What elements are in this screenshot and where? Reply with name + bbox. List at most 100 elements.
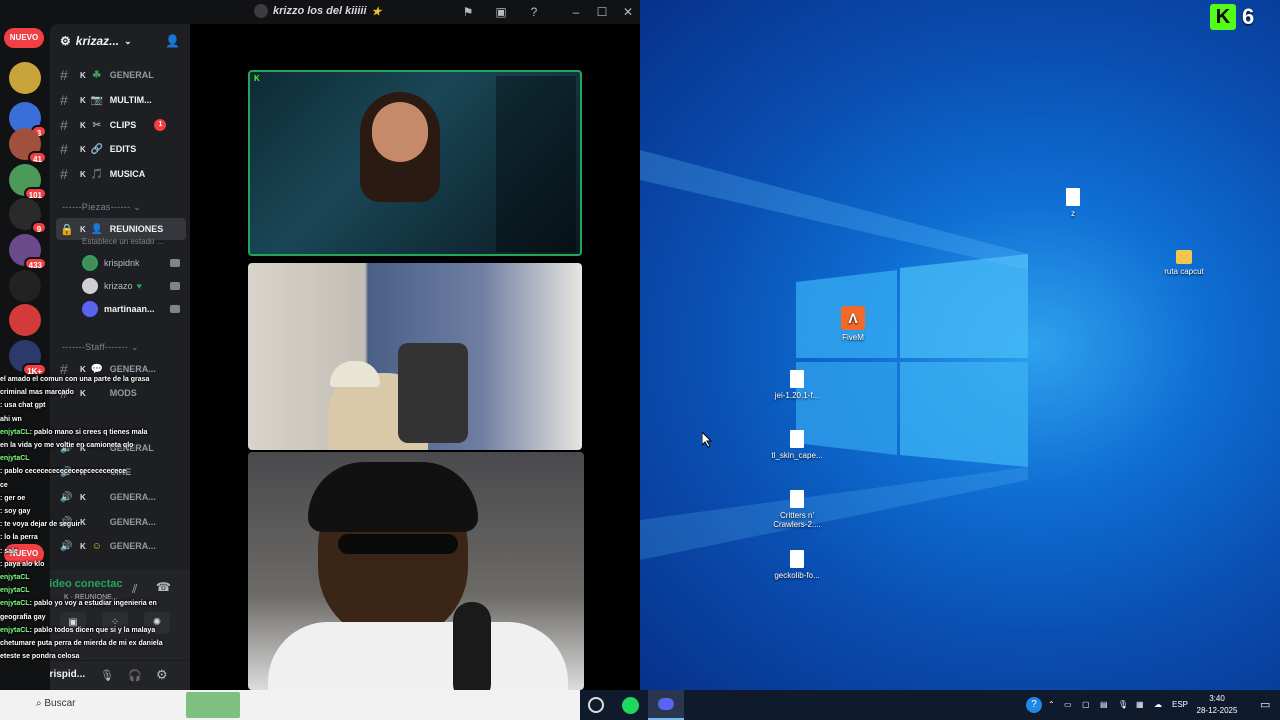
- minimize-icon[interactable]: –: [568, 4, 584, 20]
- microphone-icon[interactable]: 🎙: [1118, 690, 1128, 720]
- voice-member[interactable]: krispidnk: [82, 253, 180, 273]
- inbox-icon[interactable]: ▣: [493, 4, 509, 20]
- clock[interactable]: 3:40 28-12-2025: [1192, 693, 1242, 717]
- chevron-up-icon[interactable]: ⌃: [1048, 690, 1055, 720]
- file-icon: [790, 430, 804, 448]
- server-icon[interactable]: [9, 62, 41, 94]
- server-icon[interactable]: 1K+: [9, 340, 47, 376]
- desktop-icon[interactable]: ruta capcut: [1154, 250, 1214, 276]
- video-tile-person[interactable]: [248, 452, 584, 690]
- voice-channel[interactable]: 🔊 K GENERA...: [60, 511, 188, 533]
- camera-icon: [170, 259, 180, 267]
- desktop-icon[interactable]: Critters n' Crawlers-2....: [767, 490, 827, 529]
- desktop-icon[interactable]: tl_skin_cape...: [767, 430, 827, 460]
- desktop-icon[interactable]: jei-1.20.1-f...: [767, 370, 827, 400]
- channel-clips[interactable]: # K ✂ CLIPS 1: [60, 114, 188, 136]
- voice-channel[interactable]: 🔊 K GENERA...: [60, 486, 188, 508]
- avatar: [82, 255, 98, 271]
- desktop-icon[interactable]: geckolib-fo...: [767, 550, 827, 580]
- chat-icon: 💬: [90, 363, 103, 375]
- category-staff[interactable]: -------Staff------- ⌄: [62, 342, 139, 353]
- help-icon[interactable]: ?: [526, 4, 542, 20]
- voice-channel[interactable]: 🔊 K GENERAL: [60, 437, 188, 459]
- chevron-down-icon: ⌄: [124, 35, 132, 46]
- flag-icon[interactable]: ⚑: [460, 4, 476, 20]
- channel-general[interactable]: # K ☘ GENERAL: [60, 64, 188, 86]
- chair: [398, 343, 468, 443]
- voice-channel[interactable]: 🔊 K ☺ GENERA...: [60, 535, 188, 557]
- category-piezas[interactable]: ------Piezas------ ⌄: [62, 202, 141, 213]
- video-tile-stream[interactable]: K: [248, 70, 582, 256]
- obs-icon[interactable]: [588, 697, 604, 713]
- channel-status[interactable]: Establece un estado ...: [82, 237, 163, 246]
- hash-icon: #: [60, 92, 68, 108]
- cloud-icon[interactable]: ☁: [1154, 690, 1162, 720]
- voice-member[interactable]: krizazo ♥: [82, 276, 180, 296]
- disconnect-icon[interactable]: ☎: [156, 580, 171, 594]
- close-icon[interactable]: ✕: [620, 4, 636, 20]
- help-icon[interactable]: ?: [1026, 697, 1042, 713]
- desktop-icon[interactable]: z: [1043, 188, 1103, 218]
- settings-icon[interactable]: ⚙: [156, 667, 168, 683]
- folder-icon: [1176, 250, 1192, 264]
- add-user-icon[interactable]: 👤: [165, 34, 180, 48]
- tray-app-icon[interactable]: ▢: [1082, 690, 1090, 720]
- search-strip: ⌕ Buscar: [0, 690, 640, 720]
- widget-thumbnail[interactable]: [186, 692, 240, 718]
- hair: [308, 462, 478, 532]
- unread-badge: 1: [154, 119, 167, 131]
- network-icon[interactable]: ▦: [1136, 690, 1144, 720]
- activities-button[interactable]: ⁘: [102, 612, 128, 634]
- lock-icon: 🔒: [60, 223, 74, 236]
- voice-icon: 👤: [90, 223, 103, 235]
- tray-app-icon[interactable]: ▭: [1064, 690, 1072, 720]
- headphones-icon[interactable]: 🎧: [128, 669, 142, 682]
- server-icon[interactable]: 433: [9, 234, 47, 270]
- voice-member[interactable]: martinaan...: [82, 299, 180, 319]
- heart-icon: ♥: [136, 281, 142, 291]
- video-tile-room[interactable]: [248, 263, 582, 450]
- avatar: [82, 301, 98, 317]
- kick-logo-icon: K: [1210, 4, 1236, 30]
- voice-channel[interactable]: 🔊 K CINE: [60, 461, 188, 483]
- tray-app-icon[interactable]: ▤: [1100, 690, 1108, 720]
- lang-indicator[interactable]: ESP: [1172, 690, 1188, 720]
- server-icon[interactable]: 41: [9, 128, 47, 164]
- notifications-icon[interactable]: ▭: [1260, 690, 1270, 720]
- voice-connection-panel: Video conectac K · REUNIONE... ⫽ ☎ ▣ ⁘ ✺: [50, 570, 190, 660]
- desktop-icon[interactable]: Λ FiveM: [823, 306, 883, 342]
- server-rail: NUEVO 3 41 101 9 433 1K+ NUEVO: [0, 24, 50, 690]
- windows-logo-wallpaper: [640, 150, 1028, 560]
- channel-musica[interactable]: # K 🎵 MUSICA: [60, 163, 188, 185]
- server-icon[interactable]: [9, 304, 41, 336]
- server-header[interactable]: ⚙ krizaz... ⌄ 👤: [50, 24, 190, 58]
- channel-edits[interactable]: # K 🔗 EDITS: [60, 138, 188, 160]
- channel-multimedia[interactable]: # K 📷 MULTIM...: [60, 89, 188, 111]
- search-box[interactable]: ⌕ Buscar: [36, 698, 76, 709]
- server-icon[interactable]: 9: [9, 198, 47, 234]
- soundboard-button[interactable]: ✺: [144, 612, 170, 634]
- file-icon: [790, 490, 804, 508]
- kick-follower-badge: K 6: [1210, 4, 1254, 30]
- video-button[interactable]: ▣: [60, 612, 86, 634]
- video-grid: K: [190, 24, 640, 690]
- voice-channel-name[interactable]: K · REUNIONE...: [64, 594, 118, 601]
- taskbar-discord-button[interactable]: [648, 690, 684, 720]
- hash-icon: #: [60, 117, 68, 133]
- hoodie: [268, 622, 568, 690]
- username[interactable]: krispid...: [50, 669, 85, 680]
- title-bar: krizzo los del kiiiii ★ ⚑ ▣ ? – ☐ ✕: [0, 0, 640, 24]
- camera-icon: [170, 282, 180, 290]
- microphone-icon[interactable]: 🎙: [100, 669, 114, 682]
- server-icon[interactable]: [9, 270, 41, 302]
- maximize-icon[interactable]: ☐: [594, 4, 610, 20]
- speaker-icon: 🔊: [60, 516, 73, 528]
- windows-desktop: z ruta capcut Λ FiveM jei-1.20.1-f... tl…: [640, 0, 1280, 690]
- noise-suppression-icon[interactable]: ⫽: [132, 582, 137, 597]
- camera-icon: [170, 305, 180, 313]
- user-panel: krispid... 🎙 🎧 ⚙: [50, 660, 190, 690]
- server-icon[interactable]: 101: [9, 164, 47, 200]
- spotify-icon[interactable]: [622, 697, 639, 714]
- staff-channel[interactable]: # K 💬 GENERA...: [60, 358, 188, 380]
- staff-channel[interactable]: # K MODS: [60, 382, 188, 404]
